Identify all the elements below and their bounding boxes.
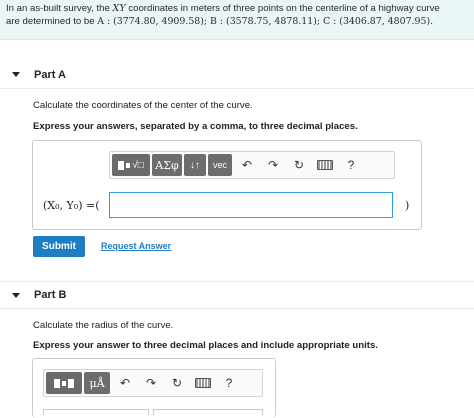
part-b-instruction: Express your answer to three decimal pla… <box>33 340 378 351</box>
reset-icon[interactable]: ↻ <box>286 154 312 176</box>
redo-icon[interactable]: ↷ <box>260 154 286 176</box>
request-answer-link[interactable]: Request Answer <box>101 241 171 251</box>
part-a-question: Calculate the coordinates of the center … <box>33 100 253 111</box>
part-a-title: Part A <box>34 68 66 81</box>
part-a-header[interactable]: Part A <box>0 61 474 89</box>
problem-statement: In an as-built survey, the XY coordinate… <box>0 0 474 40</box>
keyboard-icon[interactable] <box>190 372 216 394</box>
problem-text: In an as-built survey, the <box>6 3 113 14</box>
greek-symbols-button[interactable]: ΑΣφ <box>152 154 182 176</box>
template-button[interactable] <box>46 372 82 394</box>
problem-line-1: In an as-built survey, the XY coordinate… <box>6 3 466 16</box>
help-icon[interactable]: ? <box>338 154 364 176</box>
answer-label: (X₀, Y₀) =( <box>43 199 100 212</box>
arrows-button[interactable]: ↓↑ <box>184 154 206 176</box>
undo-icon[interactable]: ↶ <box>234 154 260 176</box>
part-a-answer-box: √□ ΑΣφ ↓↑ vec ↶ ↷ ↻ ? (X₀, Y₀) =( ) <box>32 140 422 230</box>
template-icon <box>54 378 74 388</box>
template-icon: √□ <box>118 160 144 171</box>
part-b-question: Calculate the radius of the curve. <box>33 320 174 331</box>
problem-coordinates: A : (3774.80, 4909.58); B : (3578.75, 48… <box>97 15 434 27</box>
keyboard-icon[interactable] <box>312 154 338 176</box>
units-toolbar: μÅ ↶ ↷ ↻ ? <box>43 369 263 397</box>
undo-icon[interactable]: ↶ <box>112 372 138 394</box>
answer-close-paren: ) <box>405 199 410 212</box>
part-b-title: Part B <box>34 289 67 301</box>
reset-icon[interactable]: ↻ <box>164 372 190 394</box>
help-icon[interactable]: ? <box>216 372 242 394</box>
part-b-header[interactable]: Part B <box>0 281 474 309</box>
part-a-instruction: Express your answers, separated by a com… <box>33 121 358 132</box>
problem-text: coordinates in meters of three points on… <box>125 3 440 14</box>
template-button[interactable]: √□ <box>112 154 150 176</box>
redo-icon[interactable]: ↷ <box>138 372 164 394</box>
problem-variable: XY <box>112 3 126 14</box>
units-button[interactable]: μÅ <box>84 372 110 394</box>
coordinates-input[interactable] <box>109 192 393 218</box>
units-input[interactable] <box>153 409 263 415</box>
problem-line-2: are determined to be A : (3774.80, 4909.… <box>6 16 466 29</box>
part-b-answer-box: μÅ ↶ ↷ ↻ ? <box>32 358 276 418</box>
problem-text: are determined to be <box>6 15 98 27</box>
submit-button[interactable]: Submit <box>33 236 85 257</box>
collapse-caret-icon[interactable] <box>12 292 20 298</box>
value-input[interactable] <box>43 409 149 415</box>
vector-button[interactable]: vec <box>208 154 232 176</box>
math-toolbar: √□ ΑΣφ ↓↑ vec ↶ ↷ ↻ ? <box>109 151 395 179</box>
collapse-caret-icon[interactable] <box>12 72 20 77</box>
